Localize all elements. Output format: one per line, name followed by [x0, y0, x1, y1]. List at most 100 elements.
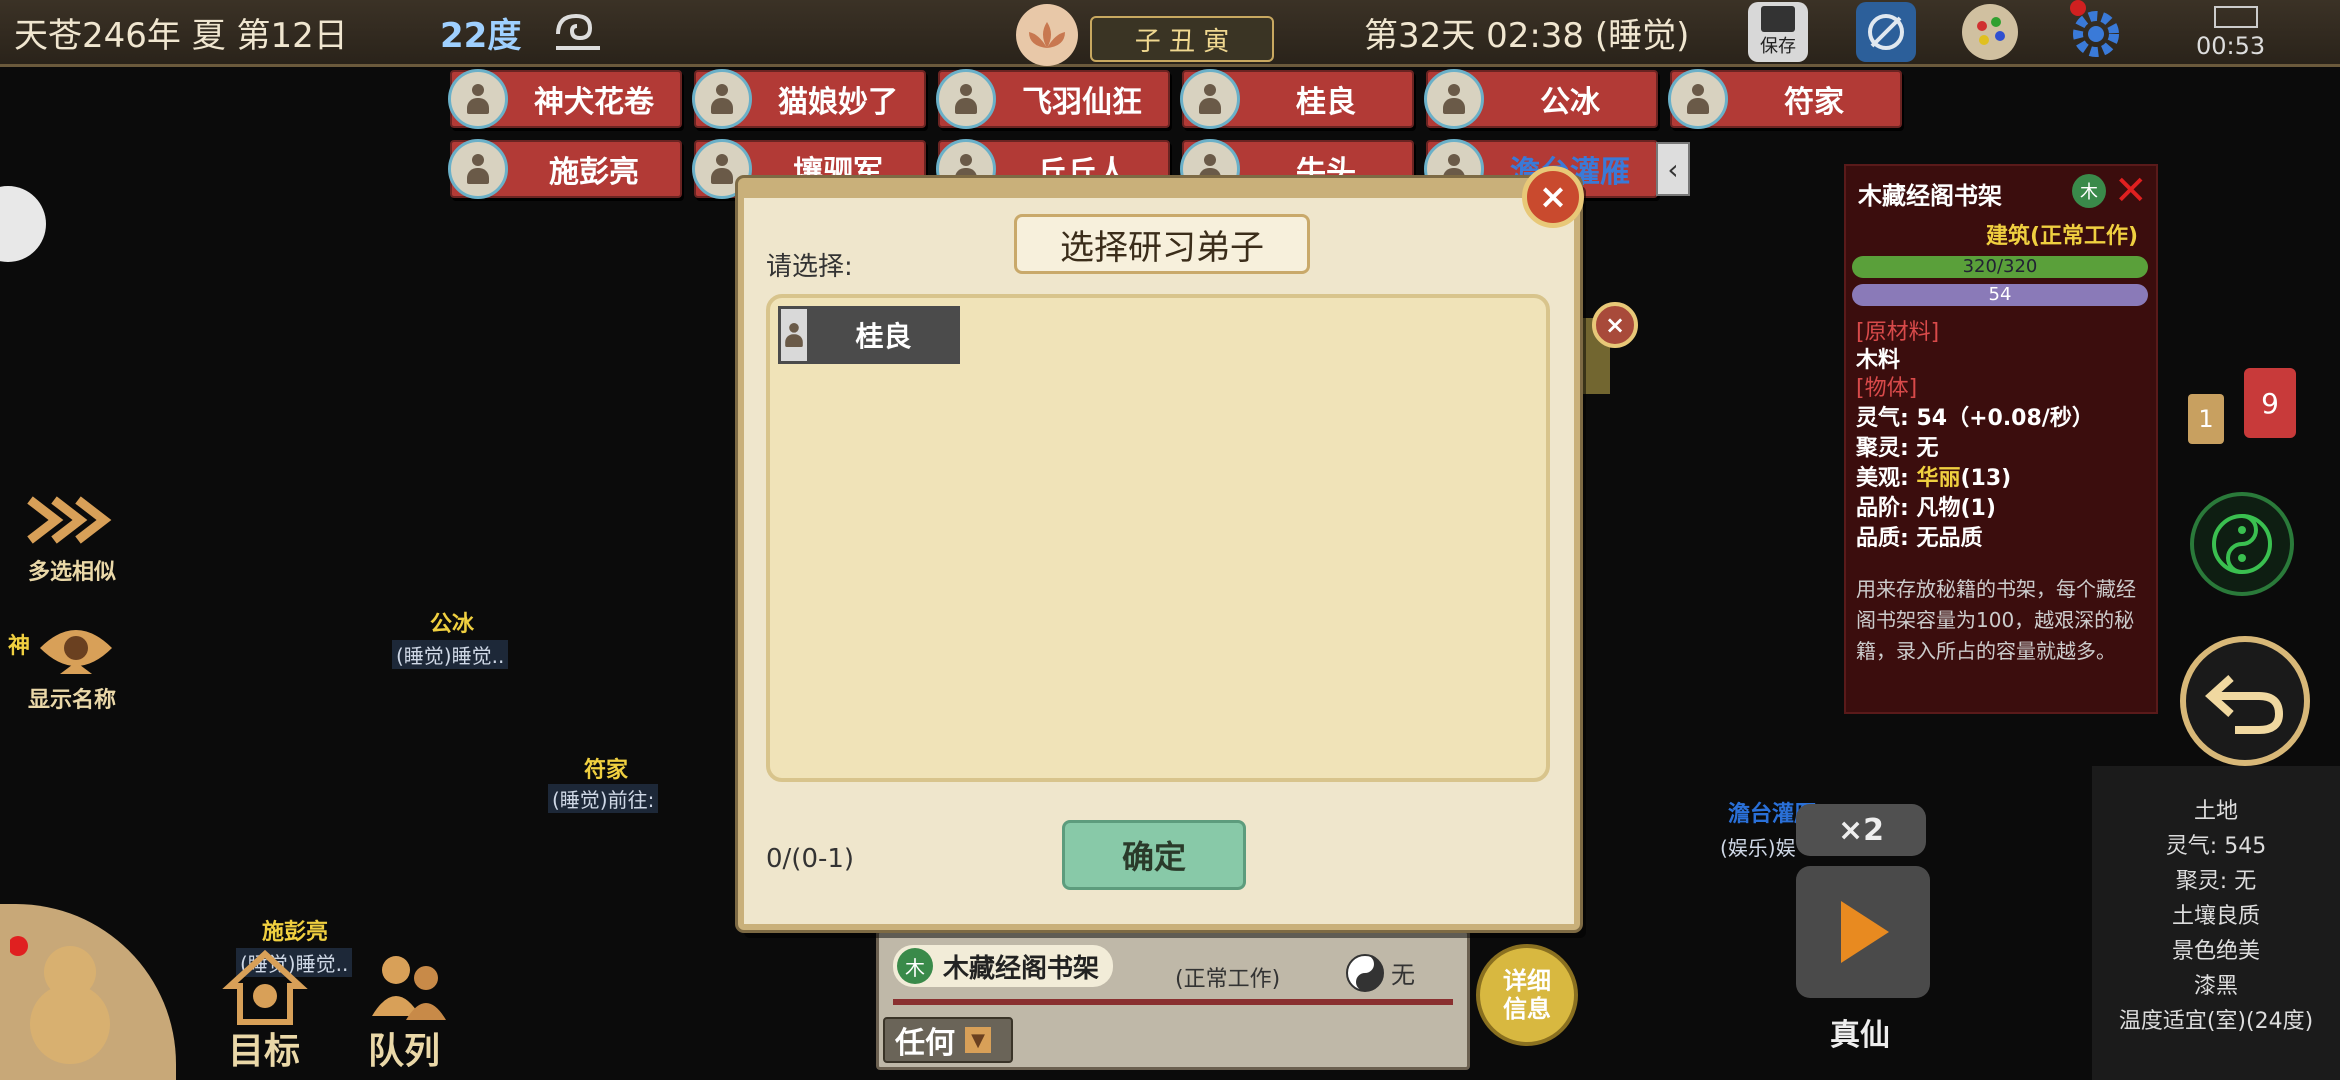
tile-stats-panel: 土地 灵气: 545 聚灵: 无 土壤良质 景色绝美 漆黑 温度适宜(室)(24… — [2092, 766, 2340, 1080]
show-names-label: 显示名称 — [28, 688, 117, 713]
building-description: 用来存放秘籍的书架，每个藏经阁书架容量为100，越艰深的秘籍，录入所占的容量就越… — [1856, 577, 2136, 663]
show-names-prefix: 神 — [8, 634, 31, 659]
target-icon[interactable] — [220, 946, 310, 1030]
list-item-name: 桂良 — [855, 320, 912, 353]
weather-icon[interactable] — [548, 4, 608, 64]
disciple-name: 公冰 — [1540, 85, 1600, 120]
lingqi-bar: 54 — [1852, 284, 2148, 306]
stat-line: 景色绝美 — [2171, 939, 2260, 964]
map-disciple-name[interactable]: 公冰 — [430, 606, 474, 638]
juling-value: 聚灵: 无 — [1856, 436, 1939, 461]
dialog-title: 选择研习弟子 — [1014, 214, 1310, 274]
quality-value: 品质: 无品质 — [1856, 526, 1983, 551]
disciple-tab[interactable]: 桂良 — [1180, 69, 1414, 129]
close-icon: × — [1538, 177, 1568, 217]
info-close-icon[interactable]: ✕ — [2114, 168, 2148, 214]
building-name-pill[interactable]: 木 木藏经阁书架 — [893, 945, 1113, 987]
map-disciple-name[interactable]: 符家 — [584, 752, 628, 784]
wood-element-icon: 木 — [897, 948, 933, 984]
disciple-tab[interactable]: 公冰 — [1424, 69, 1658, 129]
back-button[interactable] — [2180, 636, 2310, 766]
beauty-number: (13) — [1960, 466, 2012, 491]
building-info-panel: 木藏经阁书架 木 ✕ 建筑(正常工作) 320/320 54 [原材料] 木料 … — [1844, 164, 2158, 714]
chevron-down-icon: ▼ — [965, 1027, 991, 1053]
return-arrow-icon — [2205, 675, 2284, 734]
disciple-tab[interactable]: 飞羽仙狂 — [936, 69, 1170, 129]
dialog-prompt: 请选择: — [766, 252, 853, 282]
settings-gear-icon[interactable] — [2064, 0, 2128, 68]
disciple-list: 桂良 — [766, 294, 1550, 782]
realm-label: 真仙 — [1830, 1018, 1890, 1053]
temperature: 22度 — [440, 16, 522, 56]
any-filter-dropdown[interactable]: 任何 ▼ — [883, 1017, 1013, 1063]
wood-element-icon: 木 — [2072, 174, 2106, 208]
disciple-tab[interactable]: 施彭亮 — [448, 139, 682, 199]
none-label: 无 — [1391, 961, 1415, 989]
speed-toggle[interactable]: ×2 — [1796, 804, 1926, 856]
stat-line: 灵气: 545 — [2165, 834, 2267, 859]
section-object: [物体] — [1856, 376, 1918, 401]
game-date: 天苍246年 夏 第12日 — [14, 16, 348, 56]
palette-icon[interactable] — [1962, 4, 2018, 60]
durability-bar: 320/320 — [1852, 256, 2148, 278]
time-period-badge: 子 丑 寅 — [1090, 16, 1274, 62]
beauty-value: 华丽 — [1916, 466, 1961, 491]
queue-icon[interactable] — [366, 946, 456, 1030]
gourd-inventory-button[interactable] — [0, 904, 176, 1080]
confirm-button[interactable]: 确定 — [1062, 820, 1246, 890]
save-button[interactable]: 保存 — [1748, 2, 1808, 62]
cultivation-icon[interactable] — [1856, 2, 1916, 62]
building-bar: 木 木藏经阁书架 (正常工作) 无 任何 ▼ — [876, 930, 1470, 1070]
map-disciple-status: (睡觉)前往: — [548, 784, 659, 813]
beauty-row: 美观: 华丽(13) — [1856, 460, 2011, 492]
close-icon: × — [1604, 311, 1626, 339]
disciple-name: 符家 — [1784, 85, 1844, 120]
disciple-name: 桂良 — [1296, 85, 1356, 120]
building-progress — [893, 999, 1453, 1005]
map-disciple-name[interactable]: 施彭亮 — [262, 914, 328, 946]
red-notification[interactable]: 9 — [2244, 368, 2296, 438]
list-item[interactable]: 桂良 — [778, 306, 960, 364]
gourd-icon — [10, 936, 110, 1064]
clock: 00:53 — [2196, 32, 2266, 60]
avatar — [448, 139, 508, 199]
avatar — [692, 69, 752, 129]
stat-line: 温度适宜(室)(24度) — [2118, 1009, 2314, 1034]
avatar — [781, 309, 807, 361]
disciple-name: 猫娘妙了 — [778, 85, 898, 120]
disciple-tab[interactable]: 猫娘妙了 — [692, 69, 926, 129]
stat-line: 聚灵: 无 — [2175, 869, 2257, 894]
lotus-icon[interactable] — [1016, 4, 1078, 66]
yin-yang-icon — [1345, 953, 1385, 997]
close-building-overlay-button[interactable]: × — [1592, 302, 1638, 348]
top-status-bar: 天苍246年 夏 第12日 22度 子 丑 寅 第32天 02:38 (睡觉) … — [0, 0, 2340, 67]
building-state: (正常工作) — [1175, 967, 1281, 992]
grade-value: 品阶: 凡物(1) — [1856, 496, 1996, 521]
avatar — [1424, 69, 1484, 129]
beauty-label: 美观: — [1856, 466, 1917, 491]
multi-select-label: 多选相似 — [28, 560, 117, 585]
disciple-name: 施彭亮 — [549, 155, 639, 190]
multi-select-icon[interactable] — [24, 490, 116, 554]
target-label[interactable]: 目标 — [228, 1022, 300, 1074]
disciple-tab[interactable]: 神犬花卷 — [448, 69, 682, 129]
left-edge-button[interactable] — [0, 186, 46, 262]
info-subtitle: 建筑(正常工作) — [1986, 224, 2139, 249]
building-name: 木藏经阁书架 — [943, 953, 1100, 984]
yellow-notification[interactable]: 1 — [2188, 394, 2224, 444]
play-button[interactable] — [1796, 866, 1930, 998]
map-disciple-status: (娱乐)娱 — [1720, 836, 1796, 860]
queue-label[interactable]: 队列 — [368, 1022, 440, 1074]
eye-icon[interactable] — [36, 612, 116, 690]
disciple-tab[interactable]: 符家 — [1668, 69, 1902, 129]
collapse-tabs-button[interactable]: ‹ — [1656, 142, 1690, 196]
select-disciple-dialog: 选择研习弟子 请选择: 桂良 0/(0-1) 确定 — [738, 178, 1580, 930]
avatar — [1180, 69, 1240, 129]
battery-icon — [2214, 6, 2258, 28]
info-title: 木藏经阁书架 — [1858, 182, 2002, 210]
detail-info-button[interactable]: 详细信息 — [1476, 944, 1578, 1046]
dialog-close-button[interactable]: × — [1522, 166, 1584, 228]
stat-line: 漆黑 — [2193, 974, 2238, 999]
taiji-icon[interactable] — [2190, 492, 2294, 596]
map-disciple-status: (睡觉)睡觉.. — [392, 640, 509, 669]
